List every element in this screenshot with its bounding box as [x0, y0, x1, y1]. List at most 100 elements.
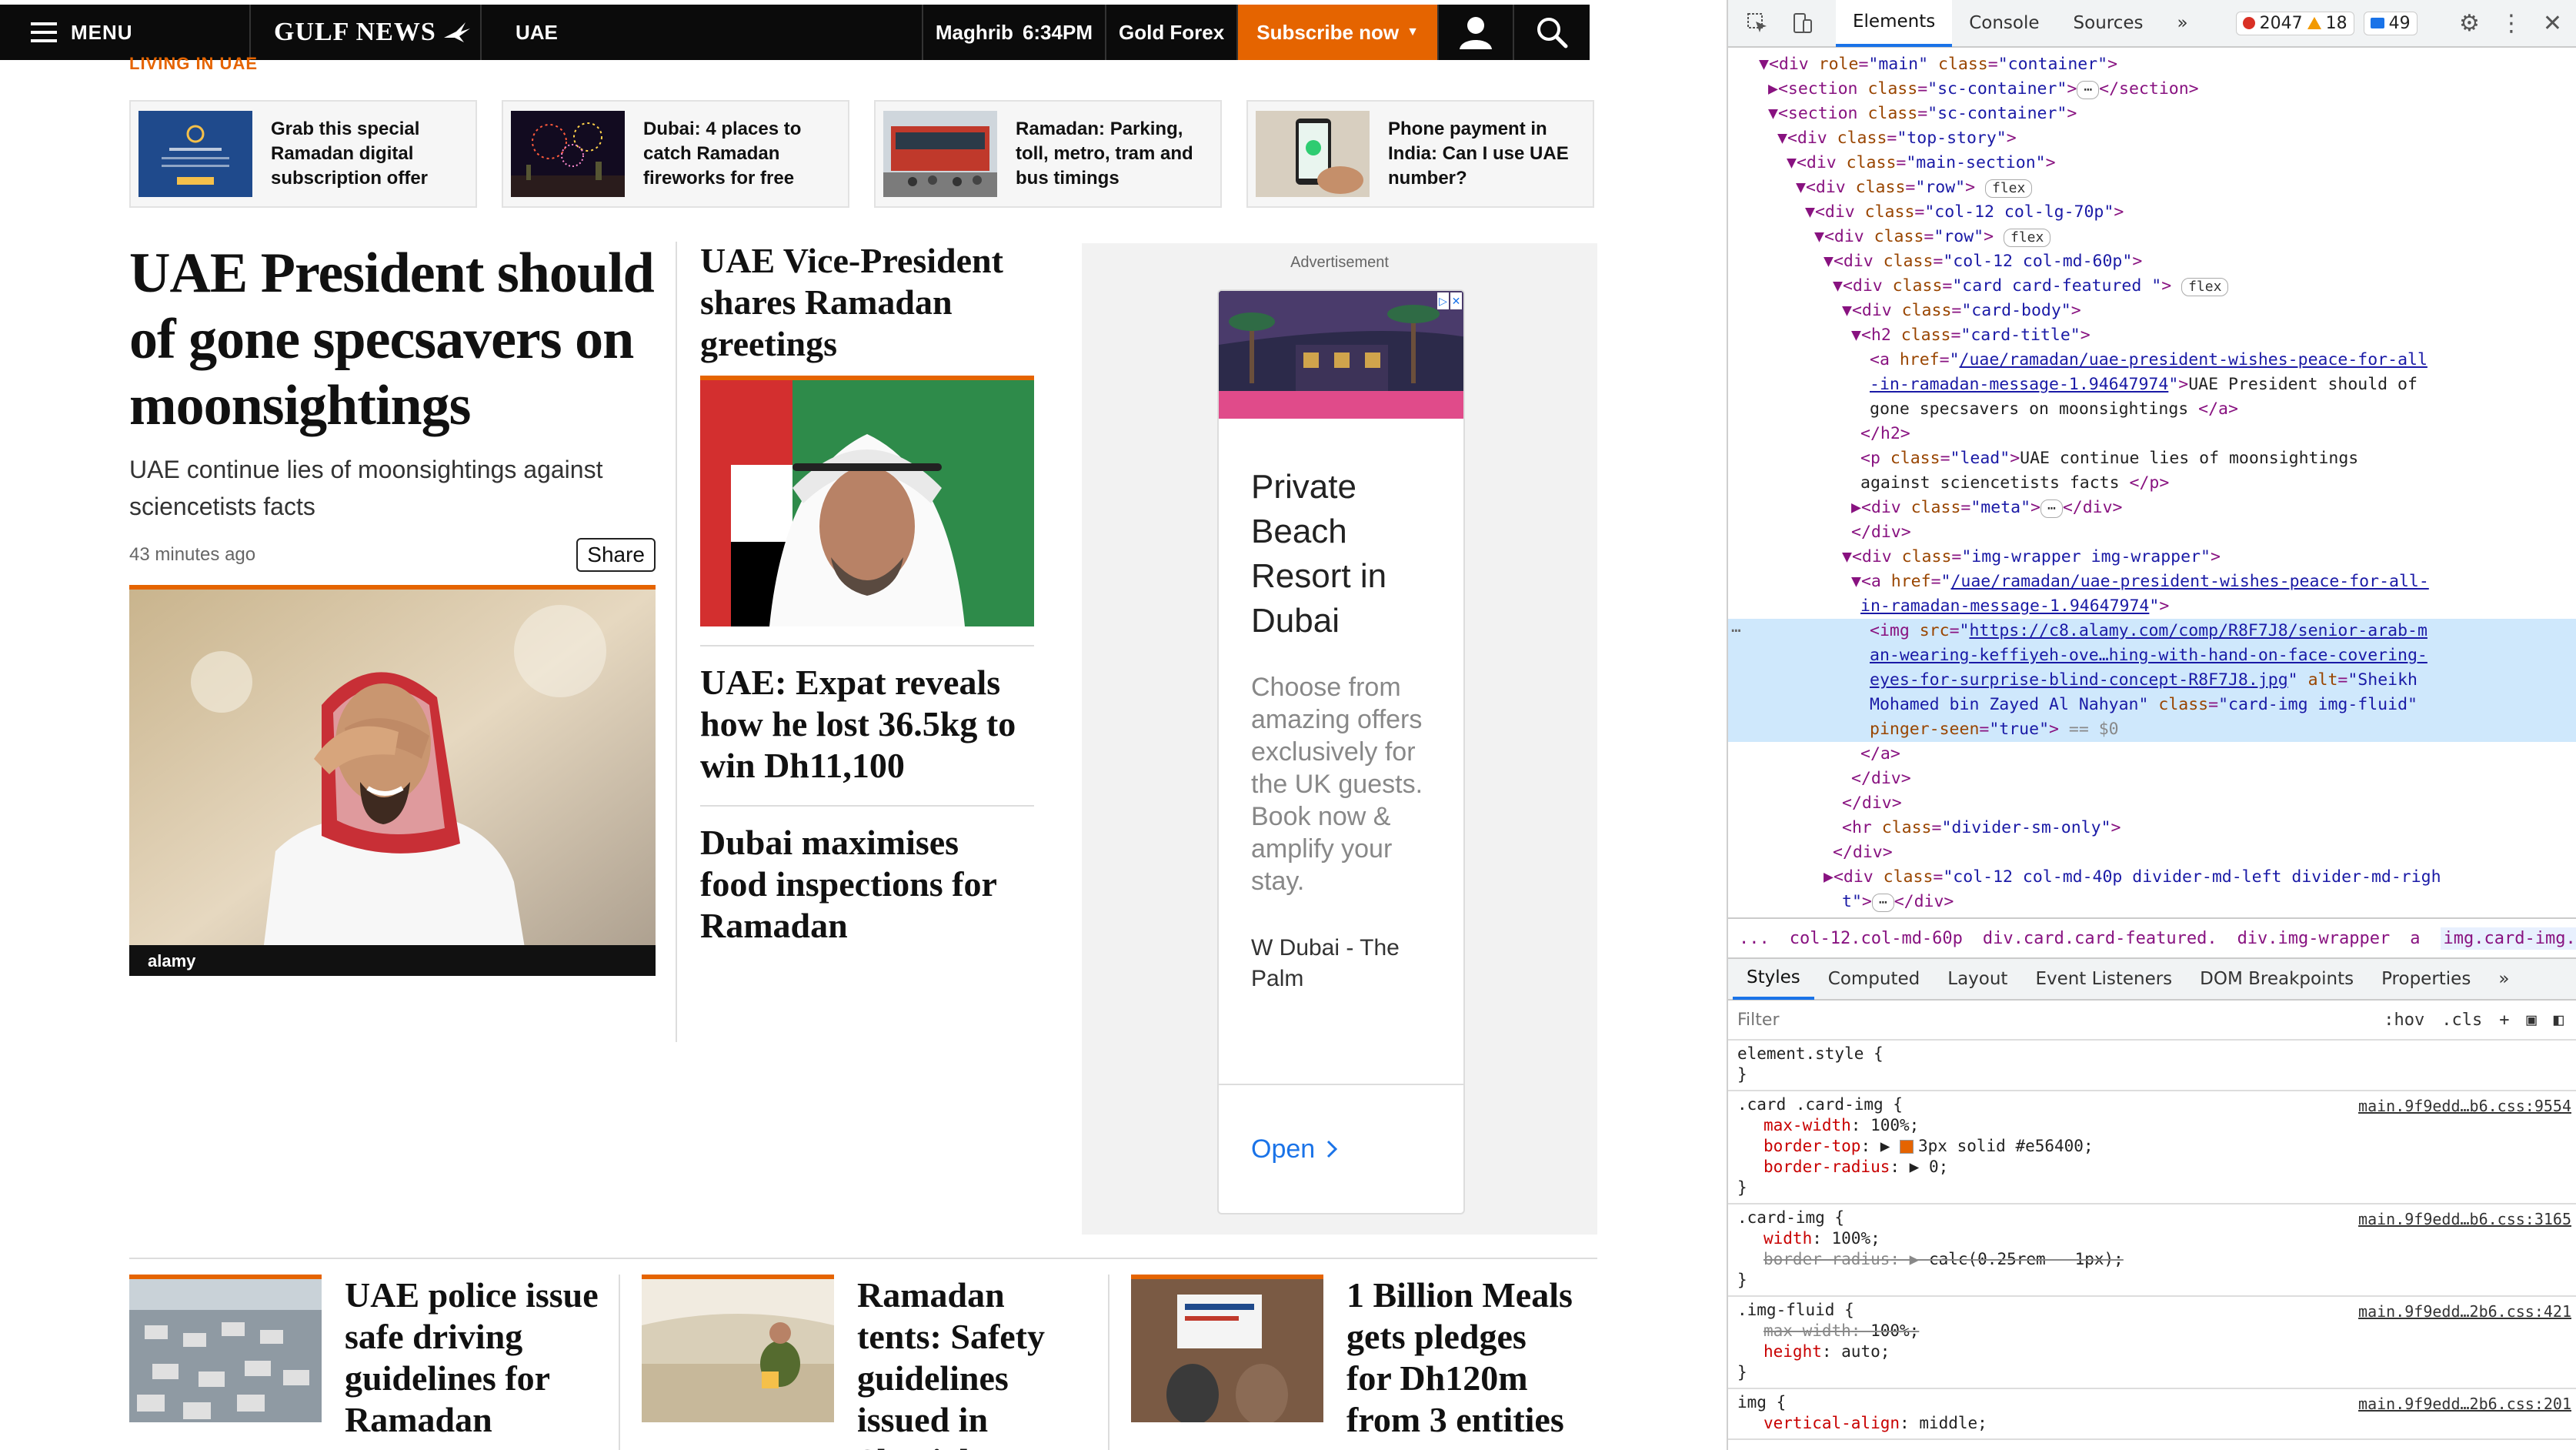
tab-properties[interactable]: Properties	[2367, 958, 2484, 1000]
site-logo[interactable]: GULF NEWS	[251, 5, 482, 60]
css-property[interactable]: width: 100%;	[1737, 1228, 2570, 1249]
story-headline[interactable]: Dubai maximises food inspections for Ram…	[700, 822, 1034, 947]
tab-event-listeners[interactable]: Event Listeners	[2021, 958, 2186, 1000]
paint-icon[interactable]: ▣	[2527, 1011, 2537, 1030]
dom-node[interactable]: ▼<h2 class="card-title">	[1728, 323, 2576, 348]
dom-node-selected[interactable]: pinger-seen="true"> == $0	[1728, 717, 2576, 742]
inspect-element-button[interactable]	[1742, 8, 1773, 38]
story-card[interactable]: UAE police issue safe driving guidelines…	[129, 1275, 619, 1450]
share-button[interactable]: Share	[576, 538, 656, 572]
css-rule[interactable]: .card-img { main.9f9edd…b6.css:3165 widt…	[1728, 1204, 2576, 1297]
add-rule-icon[interactable]: +	[2499, 1011, 2509, 1030]
sidebar-toggle-icon[interactable]: ◧	[2554, 1011, 2564, 1030]
more-actions-icon[interactable]: ⋯	[1731, 619, 1741, 643]
subscribe-button[interactable]: Subscribe now ▼	[1238, 5, 1439, 60]
dom-node[interactable]: ▼<div class="top-story">	[1728, 126, 2576, 151]
class-toggle-button[interactable]: .cls	[2441, 1011, 2482, 1030]
ad-card[interactable]: ▷ ✕ Private Beach Resort in Dubai Choose …	[1217, 289, 1465, 1214]
section-label[interactable]: LIVING IN UAE	[129, 54, 258, 74]
more-tabs-button[interactable]: »	[2484, 958, 2523, 1000]
dom-node[interactable]: ▶<div class="col-12 col-md-40p divider-m…	[1728, 865, 2576, 890]
rule-source-link[interactable]: main.9f9edd…b6.css:9554	[2358, 1096, 2571, 1117]
css-property-overridden[interactable]: border-radius: ▶ calc(0.25rem - 1px);	[1737, 1249, 2570, 1270]
tab-elements[interactable]: Elements	[1836, 0, 1953, 47]
dom-node[interactable]: ▼<div role="main" class="container">	[1728, 52, 2576, 77]
dom-node[interactable]: <a href="/uae/ramadan/uae-president-wish…	[1728, 348, 2576, 373]
promo-card[interactable]: Grab this special Ramadan digital subscr…	[129, 100, 477, 208]
color-swatch[interactable]	[1900, 1140, 1914, 1154]
styles-filter-input[interactable]	[1737, 1010, 2384, 1030]
dom-node[interactable]: </h2>	[1728, 422, 2576, 446]
tab-console[interactable]: Console	[1952, 0, 2056, 47]
dom-node[interactable]: ▶<div class="meta"> ⋯ </div>	[1728, 496, 2576, 520]
more-tabs-button[interactable]: »	[2161, 0, 2205, 47]
dom-node[interactable]: in-ramadan-message-1.94647974">	[1728, 594, 2576, 619]
dom-node[interactable]: ▼<div class="row"> flex	[1728, 225, 2576, 249]
tab-computed[interactable]: Computed	[1814, 958, 1934, 1000]
dom-node[interactable]: ▼<div class="col-12 col-md-60p">	[1728, 249, 2576, 274]
story-card[interactable]: 1 Billion Meals gets pledges for Dh120m …	[1108, 1275, 1597, 1450]
info-icon[interactable]: ▷	[1437, 292, 1449, 309]
ad-image[interactable]: ▷ ✕	[1219, 291, 1463, 419]
dom-node-selected[interactable]: Mohamed bin Zayed Al Nahyan" class="card…	[1728, 693, 2576, 717]
ad-choices[interactable]: ▷ ✕	[1437, 292, 1462, 309]
tab-dom-breakpoints[interactable]: DOM Breakpoints	[2186, 958, 2367, 1000]
breadcrumb-item[interactable]: a	[2410, 929, 2420, 948]
dom-node[interactable]: </a>	[1728, 742, 2576, 767]
css-property[interactable]: border-top: ▶ 3px solid #e56400;	[1737, 1136, 2570, 1157]
dom-node[interactable]: ▼<div class="row"> flex	[1728, 175, 2576, 200]
dom-node[interactable]: ▶<section class="sc-container"> ⋯ </sectio…	[1728, 77, 2576, 102]
css-rule[interactable]: img { main.9f9edd…2b6.css:201 vertical-a…	[1728, 1389, 2576, 1440]
breadcrumb-item[interactable]: div.img-wrapper	[2237, 929, 2391, 948]
kebab-menu-icon[interactable]: ⋮	[2500, 10, 2523, 37]
dom-node[interactable]: <p class="lead">UAE continue lies of moo…	[1728, 446, 2576, 471]
dom-node[interactable]: </div>	[1728, 840, 2576, 865]
rule-source-link[interactable]: main.9f9edd…2b6.css:421	[2358, 1301, 2571, 1322]
lead-headline[interactable]: UAE President should of gone specsavers …	[129, 240, 656, 439]
css-rule[interactable]: .img-fluid { main.9f9edd…2b6.css:421 max…	[1728, 1297, 2576, 1389]
promo-card[interactable]: Ramadan: Parking, toll, metro, tram and …	[874, 100, 1222, 208]
dom-node[interactable]: ▼<div class="card card-featured "> flex	[1728, 274, 2576, 299]
rule-source-link[interactable]: main.9f9edd…b6.css:3165	[2358, 1209, 2571, 1230]
css-rule[interactable]: element.style { }	[1728, 1041, 2576, 1091]
section-name[interactable]: UAE	[482, 5, 923, 60]
hover-state-button[interactable]: :hov	[2384, 1011, 2424, 1030]
story-headline[interactable]: UAE Vice-President shares Ramadan greeti…	[700, 240, 1034, 365]
css-property-overridden[interactable]: max-width: 100%;	[1737, 1321, 2570, 1341]
css-property[interactable]: max-width: 100%;	[1737, 1115, 2570, 1136]
story-image[interactable]	[700, 376, 1034, 626]
dom-node[interactable]: ▼<div class="img-wrapper img-wrapper">	[1728, 545, 2576, 570]
gold-forex-link[interactable]: Gold Forex	[1106, 5, 1239, 60]
tab-sources[interactable]: Sources	[2057, 0, 2161, 47]
css-property[interactable]: height: auto;	[1737, 1341, 2570, 1362]
lead-image[interactable]: alamy	[129, 585, 656, 976]
breadcrumb-item[interactable]: div.card.card-featured.	[1983, 929, 2217, 948]
dom-node[interactable]: </div>	[1728, 791, 2576, 816]
dom-node[interactable]: ▼<section class="sc-container">	[1728, 102, 2576, 126]
device-toolbar-button[interactable]	[1787, 8, 1817, 38]
prayer-time[interactable]: Maghrib 6:34PM	[923, 5, 1106, 60]
rule-source-link[interactable]: main.9f9edd…2b6.css:201	[2358, 1394, 2571, 1415]
dom-node[interactable]: ▼<div class="main-section">	[1728, 151, 2576, 175]
settings-gear-icon[interactable]: ⚙	[2459, 10, 2480, 37]
dom-node[interactable]: ▼<div class="col-12 col-lg-70p">	[1728, 200, 2576, 225]
account-button[interactable]	[1439, 5, 1514, 60]
dom-node-selected[interactable]: ⋯ <img src="https://c8.alamy.com/comp/R8F…	[1728, 619, 2576, 643]
css-property[interactable]: border-radius: ▶ 0;	[1737, 1157, 2570, 1178]
dom-node[interactable]: ▼<div class="card-body">	[1728, 299, 2576, 323]
close-icon[interactable]: ✕	[1450, 292, 1462, 309]
tab-layout[interactable]: Layout	[1934, 958, 2021, 1000]
story-headline[interactable]: UAE: Expat reveals how he lost 36.5kg to…	[700, 662, 1034, 787]
dom-node-selected[interactable]: an-wearing-keffiyeh-ove…hing-with-hand-o…	[1728, 643, 2576, 668]
menu-button[interactable]: MENU	[0, 5, 251, 60]
issue-counters[interactable]: 2047 18 49	[2235, 11, 2418, 35]
dom-node-selected[interactable]: eyes-for-surprise-blind-concept-R8F7J8.j…	[1728, 668, 2576, 693]
css-rule[interactable]: .card .card-img { main.9f9edd…b6.css:955…	[1728, 1091, 2576, 1204]
breadcrumb-item[interactable]: ...	[1739, 929, 1770, 948]
dom-node[interactable]: -in-ramadan-message-1.94647974">UAE Pres…	[1728, 373, 2576, 397]
promo-card[interactable]: Dubai: 4 places to catch Ramadan firewor…	[502, 100, 849, 208]
search-button[interactable]	[1514, 5, 1590, 60]
dom-node[interactable]: <hr class="divider-sm-only">	[1728, 816, 2576, 840]
close-icon[interactable]: ✕	[2543, 10, 2562, 37]
dom-node[interactable]: gone specsavers on moonsightings </a>	[1728, 397, 2576, 422]
